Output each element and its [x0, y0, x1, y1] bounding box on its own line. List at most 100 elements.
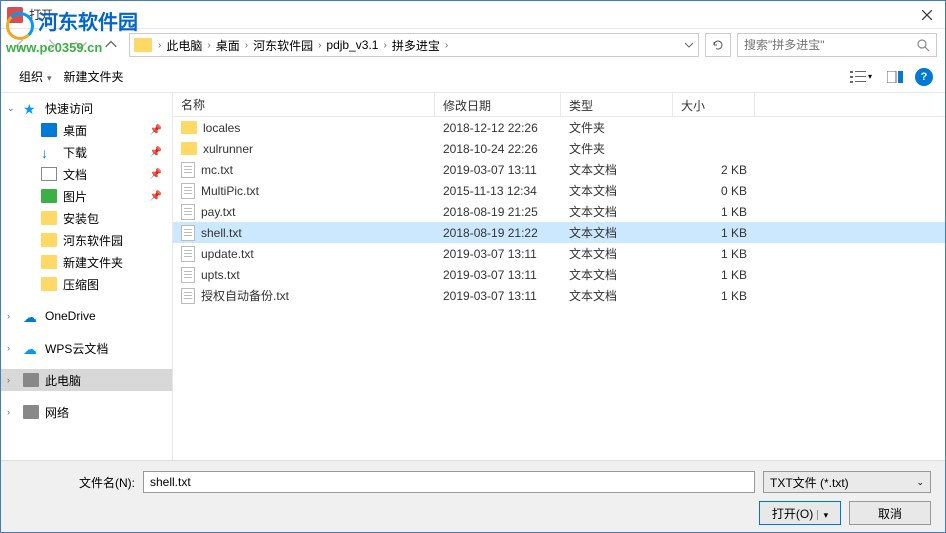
history-dropdown-button[interactable] — [69, 33, 93, 57]
sidebar-thispc[interactable]: ›此电脑 — [1, 369, 172, 391]
sidebar-label: 文档 — [63, 166, 87, 183]
file-row[interactable]: update.txt2019-03-07 13:11文本文档1 KB — [173, 243, 945, 264]
file-size: 0 KB — [673, 184, 755, 198]
file-name: update.txt — [201, 247, 254, 261]
sidebar-label: 下载 — [63, 144, 87, 161]
sidebar-wps[interactable]: ›☁WPS云文档 — [1, 337, 172, 359]
file-row[interactable]: upts.txt2019-03-07 13:11文本文档1 KB — [173, 264, 945, 285]
txt-file-icon — [181, 246, 195, 262]
new-folder-button[interactable]: 新建文件夹 — [58, 68, 130, 85]
column-date[interactable]: 修改日期 — [435, 93, 561, 116]
back-button[interactable] — [9, 33, 33, 57]
cloud-icon: ☁ — [23, 341, 39, 355]
sidebar-packages[interactable]: 安装包 — [1, 207, 172, 229]
star-icon: ★ — [23, 101, 39, 115]
breadcrumb-item[interactable]: 河东软件园 — [250, 37, 316, 54]
toolbar: 组织 新建文件夹 ▾ ? — [1, 61, 945, 93]
sidebar-label: WPS云文档 — [45, 340, 108, 357]
sidebar-network[interactable]: ›网络 — [1, 401, 172, 423]
search-icon — [916, 38, 930, 52]
file-type: 文件夹 — [561, 119, 673, 136]
file-row[interactable]: locales2018-12-12 22:26文件夹 — [173, 117, 945, 138]
sidebar-zip[interactable]: 压缩图 — [1, 273, 172, 295]
document-icon — [41, 167, 57, 181]
folder-icon — [41, 211, 57, 225]
breadcrumb-item[interactable]: pdjb_v3.1 — [323, 38, 381, 52]
file-row[interactable]: pay.txt2018-08-19 21:25文本文档1 KB — [173, 201, 945, 222]
txt-file-icon — [181, 183, 195, 199]
breadcrumb[interactable]: › 此电脑› 桌面› 河东软件园› pdjb_v3.1› 拼多进宝› — [129, 33, 699, 57]
breadcrumb-item[interactable]: 此电脑 — [163, 37, 205, 54]
sidebar-downloads[interactable]: ↓下载📌 — [1, 141, 172, 163]
folder-icon — [41, 233, 57, 247]
search-input[interactable] — [744, 38, 916, 52]
preview-pane-button[interactable] — [881, 66, 909, 88]
sidebar-label: 此电脑 — [45, 372, 81, 389]
filename-label: 文件名(N): — [15, 474, 135, 491]
filename-input[interactable] — [143, 471, 755, 493]
sidebar-desktop[interactable]: 桌面 📌 — [1, 119, 172, 141]
sidebar-label: 压缩图 — [63, 276, 99, 293]
file-row[interactable]: 授权自动备份.txt2019-03-07 13:11文本文档1 KB — [173, 285, 945, 306]
pin-icon: 📌 — [150, 191, 162, 202]
cancel-button[interactable]: 取消 — [849, 501, 931, 525]
file-date: 2018-08-19 21:25 — [435, 205, 561, 219]
pin-icon: 📌 — [150, 125, 162, 136]
arrow-up-icon — [104, 38, 118, 52]
titlebar: 打开 — [1, 1, 945, 29]
breadcrumb-item[interactable]: 拼多进宝 — [389, 37, 443, 54]
column-name[interactable]: 名称 — [173, 93, 435, 116]
breadcrumb-item[interactable]: 桌面 — [213, 37, 243, 54]
close-button[interactable] — [917, 5, 937, 25]
sidebar-pictures[interactable]: 图片 📌 — [1, 185, 172, 207]
file-name: pay.txt — [201, 205, 235, 219]
organize-menu[interactable]: 组织 — [13, 68, 58, 85]
cloud-icon: ☁ — [23, 309, 39, 323]
refresh-button[interactable] — [705, 33, 731, 57]
file-date: 2018-10-24 22:26 — [435, 142, 561, 156]
file-name: mc.txt — [201, 163, 233, 177]
file-date: 2019-03-07 13:11 — [435, 163, 561, 177]
file-date: 2019-03-07 13:11 — [435, 289, 561, 303]
open-button[interactable]: 打开(O) ▾ — [759, 501, 841, 525]
file-size: 2 KB — [673, 163, 755, 177]
view-mode-button[interactable]: ▾ — [847, 66, 875, 88]
desktop-icon — [41, 123, 57, 137]
sidebar-quick-access[interactable]: ⌄★快速访问 — [1, 97, 172, 119]
sidebar-label: 网络 — [45, 404, 69, 421]
file-filter-dropdown[interactable]: TXT文件 (*.txt)⌄ — [763, 471, 931, 493]
sidebar-hd[interactable]: 河东软件园 — [1, 229, 172, 251]
txt-file-icon — [181, 204, 195, 220]
txt-file-icon — [181, 225, 195, 241]
forward-button[interactable] — [39, 33, 63, 57]
file-row[interactable]: MultiPic.txt2015-11-13 12:34文本文档0 KB — [173, 180, 945, 201]
file-row[interactable]: xulrunner2018-10-24 22:26文件夹 — [173, 138, 945, 159]
sidebar-label: 桌面 — [63, 122, 87, 139]
folder-icon — [181, 142, 197, 155]
download-icon: ↓ — [41, 145, 57, 159]
filter-label: TXT文件 (*.txt) — [770, 474, 849, 491]
help-button[interactable]: ? — [915, 68, 933, 86]
arrow-left-icon — [14, 38, 28, 52]
file-row[interactable]: shell.txt2018-08-19 21:22文本文档1 KB — [173, 222, 945, 243]
file-name: shell.txt — [201, 226, 242, 240]
file-date: 2019-03-07 13:11 — [435, 247, 561, 261]
file-row[interactable]: mc.txt2019-03-07 13:11文本文档2 KB — [173, 159, 945, 180]
file-size: 1 KB — [673, 289, 755, 303]
sidebar-label: 图片 — [63, 188, 87, 205]
txt-file-icon — [181, 162, 195, 178]
column-size[interactable]: 大小 — [673, 93, 755, 116]
sidebar-documents[interactable]: 文档📌 — [1, 163, 172, 185]
file-name: xulrunner — [203, 142, 253, 156]
up-button[interactable] — [99, 33, 123, 57]
sidebar-newfolder[interactable]: 新建文件夹 — [1, 251, 172, 273]
sidebar-onedrive[interactable]: ›☁OneDrive — [1, 305, 172, 327]
search-box[interactable] — [737, 33, 937, 57]
file-size: 1 KB — [673, 247, 755, 261]
file-date: 2018-12-12 22:26 — [435, 121, 561, 135]
breadcrumb-dropdown[interactable] — [684, 40, 694, 50]
file-date: 2019-03-07 13:11 — [435, 268, 561, 282]
file-date: 2015-11-13 12:34 — [435, 184, 561, 198]
column-type[interactable]: 类型 — [561, 93, 673, 116]
app-icon — [7, 7, 23, 23]
